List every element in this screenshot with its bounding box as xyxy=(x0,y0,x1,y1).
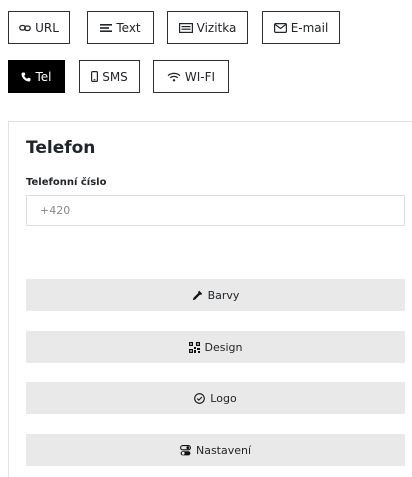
tab-email[interactable]: E-mail xyxy=(262,11,340,44)
tab-sms-label: SMS xyxy=(102,69,128,84)
phone-icon xyxy=(21,72,31,82)
colors-section-label: Barvy xyxy=(207,288,240,302)
logo-section-button[interactable]: Logo xyxy=(26,382,405,414)
logo-section-label: Logo xyxy=(210,391,237,405)
colors-section-button[interactable]: Barvy xyxy=(26,279,405,311)
design-section-button[interactable]: Design xyxy=(26,331,405,363)
toggles-icon xyxy=(180,444,191,456)
phone-field-label: Telefonní číslo xyxy=(26,177,107,188)
text-lines-icon xyxy=(100,23,113,33)
eyedropper-icon xyxy=(192,290,203,301)
design-section-label: Design xyxy=(204,340,243,354)
tab-url[interactable]: URL xyxy=(8,11,70,44)
wifi-icon xyxy=(167,72,181,82)
id-card-icon xyxy=(178,22,193,33)
link-icon xyxy=(19,23,31,33)
envelope-icon xyxy=(273,22,287,33)
qr-code-icon xyxy=(188,341,200,353)
tab-wifi-label: WI-FI xyxy=(184,69,216,84)
form-title: Telefon xyxy=(26,138,96,158)
phone-form-card: Telefon Telefonní číslo Barvy Design Log… xyxy=(8,121,412,477)
tab-vizitka-label: Vizitka xyxy=(196,20,237,35)
qr-generator-page: URL Text Vizitka E-mail Tel SMS WI-FI Te… xyxy=(0,0,412,477)
check-circle-icon xyxy=(194,392,206,404)
tab-text[interactable]: Text xyxy=(87,11,154,44)
tab-text-label: Text xyxy=(116,20,141,35)
settings-section-label: Nastavení xyxy=(195,443,252,457)
tab-url-label: URL xyxy=(35,20,59,35)
tab-tel-label: Tel xyxy=(35,69,52,84)
settings-section-button[interactable]: Nastavení xyxy=(26,434,405,466)
tab-tel[interactable]: Tel xyxy=(8,60,65,93)
tab-email-label: E-mail xyxy=(290,20,329,35)
tab-wifi[interactable]: WI-FI xyxy=(153,60,229,93)
mobile-icon xyxy=(91,71,99,82)
phone-input[interactable] xyxy=(26,195,405,226)
tab-sms[interactable]: SMS xyxy=(79,60,140,93)
tab-vizitka[interactable]: Vizitka xyxy=(167,11,248,44)
